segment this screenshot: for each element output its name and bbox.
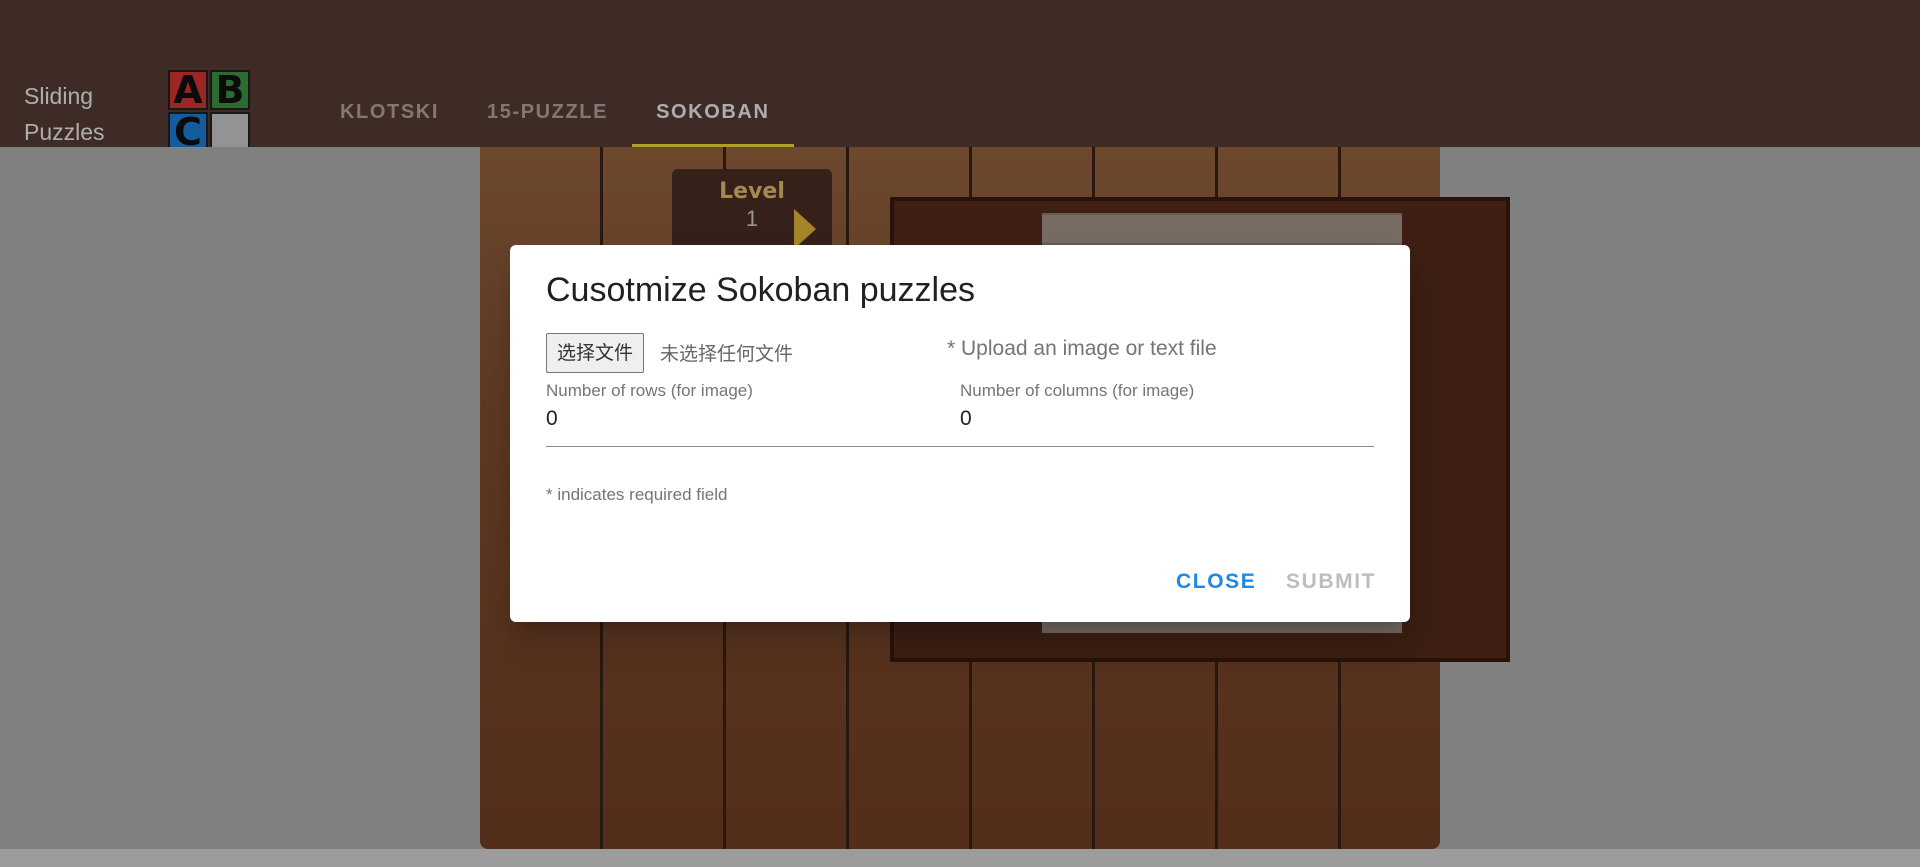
columns-input[interactable]: 0 <box>960 407 972 431</box>
choose-file-button[interactable]: 选择文件 <box>546 333 645 373</box>
close-button[interactable]: CLOSE <box>1176 570 1256 594</box>
rows-input[interactable]: 0 <box>546 407 558 431</box>
columns-label: Number of columns (for image) <box>960 381 1195 400</box>
rows-label: Number of rows (for image) <box>546 381 753 400</box>
required-field-note: * indicates required field <box>546 485 728 504</box>
dialog-title: Cusotmize Sokoban puzzles <box>546 271 976 309</box>
customize-dialog: Cusotmize Sokoban puzzles 选择文件 未选择任何文件 *… <box>510 245 1410 622</box>
file-status-text: 未选择任何文件 <box>660 343 794 365</box>
input-underline <box>546 446 1374 447</box>
upload-label: * Upload an image or text file <box>947 337 1217 360</box>
submit-button[interactable]: SUBMIT <box>1286 570 1376 594</box>
